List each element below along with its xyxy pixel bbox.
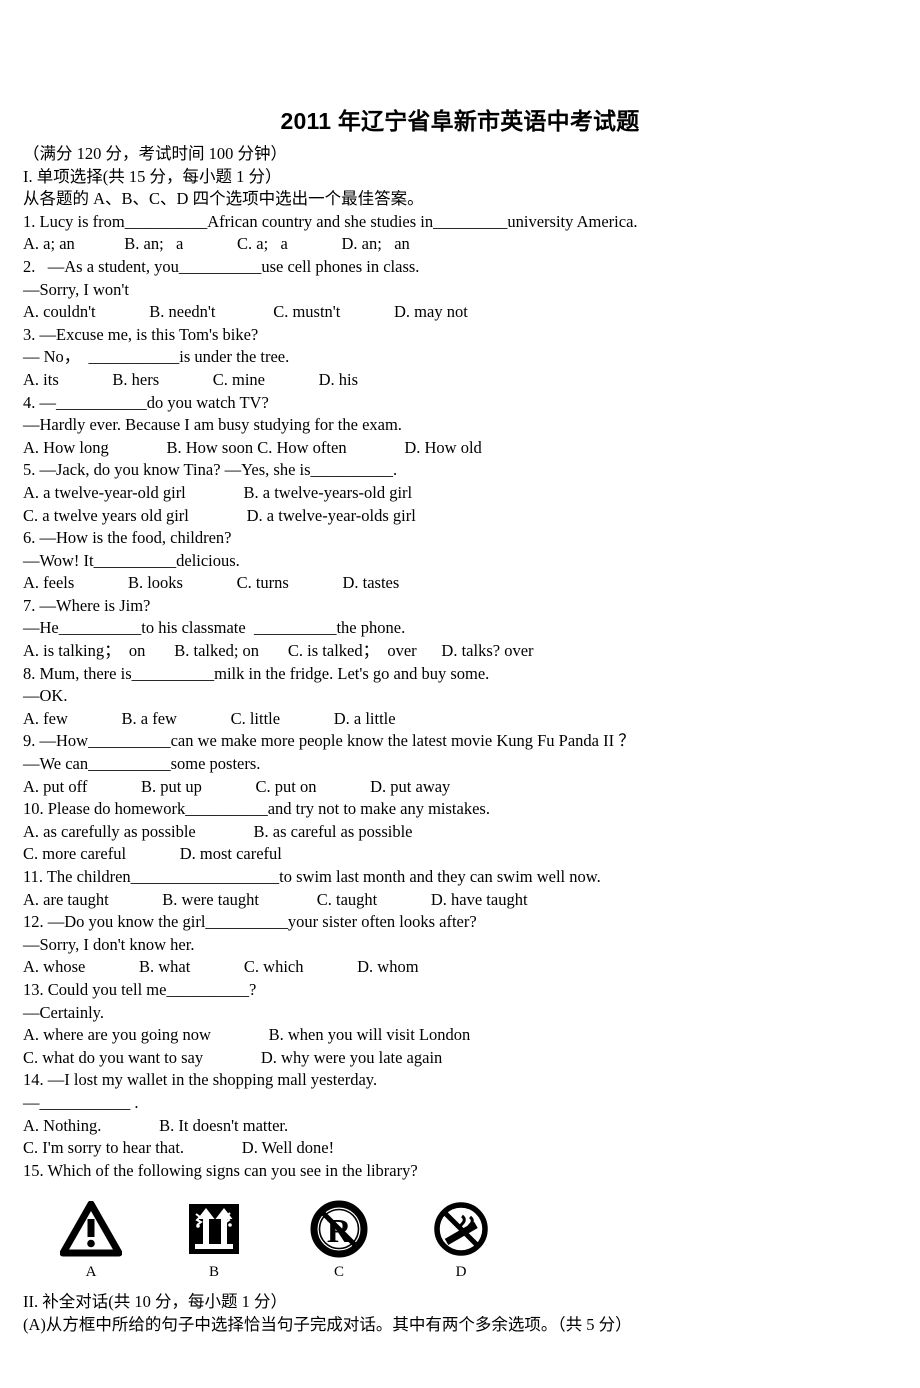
option-line: A. couldn't B. needn't C. mustn't D. may… bbox=[23, 302, 468, 322]
question-line: 14. —I lost my wallet in the shopping ma… bbox=[23, 1070, 378, 1090]
option-line: A. whose B. what C. which D. whom bbox=[23, 957, 419, 977]
no-parking-circle-r-icon: R bbox=[291, 1196, 387, 1262]
question-line: 6. —How is the food, children? bbox=[23, 528, 232, 548]
page-title: 2011 年辽宁省阜新市英语中考试题 bbox=[280, 108, 640, 134]
sign-option-a: A bbox=[43, 1196, 139, 1281]
option-line: A. are taught B. were taught C. taught D… bbox=[23, 889, 528, 909]
option-line: A. where are you going now B. when you w… bbox=[23, 1025, 471, 1045]
option-line: A. Nothing. B. It doesn't matter. bbox=[23, 1115, 289, 1135]
question-line: 9. —How__________can we make more people… bbox=[23, 731, 635, 751]
option-line: C. more careful D. most careful bbox=[23, 844, 282, 864]
dialogue-line: — No， ___________is under the tree. bbox=[23, 347, 290, 367]
sign-caption: A bbox=[85, 1264, 97, 1280]
section-i-heading: I. 单项选择(共 15 分，每小题 1 分） bbox=[23, 166, 282, 186]
keep-dry-arrows-icon bbox=[166, 1196, 262, 1262]
section-ii: II. 补全对话(共 10 分，每小题 1 分） (A)从方框中所给的句子中选择… bbox=[23, 1291, 903, 1336]
question-line: 2. —As a student, you__________use cell … bbox=[23, 256, 420, 276]
option-line: A. a; an B. an; a C. a; a D. an; an bbox=[23, 234, 410, 254]
question-line: 1. Lucy is from__________African country… bbox=[23, 211, 638, 231]
sign-caption: B bbox=[208, 1264, 219, 1280]
option-line: A. feels B. looks C. turns D. tastes bbox=[23, 573, 400, 593]
question-line: 5. —Jack, do you know Tina? —Yes, she is… bbox=[23, 460, 398, 480]
option-line: A. is talking； on B. talked; on C. is ta… bbox=[23, 641, 534, 661]
sign-option-d: D bbox=[413, 1196, 509, 1281]
option-line: C. what do you want to say D. why were y… bbox=[23, 1047, 443, 1067]
option-line: C. a twelve years old girl D. a twelve-y… bbox=[23, 505, 416, 525]
question-line: 4. —___________do you watch TV? bbox=[23, 392, 269, 412]
option-line: A. its B. hers C. mine D. his bbox=[23, 369, 359, 389]
sign-option-b: B bbox=[166, 1196, 262, 1281]
exam-paper-page: 2011 年辽宁省阜新市英语中考试题 （满分 120 分，考试时间 100 分钟… bbox=[0, 0, 920, 1388]
dialogue-line: —Hardly ever. Because I am busy studying… bbox=[23, 415, 402, 435]
question-line: 7. —Where is Jim? bbox=[23, 595, 151, 615]
option-line: A. few B. a few C. little D. a little bbox=[23, 708, 396, 728]
option-line: A. as carefully as possible B. as carefu… bbox=[23, 821, 413, 841]
exam-body: （满分 120 分，考试时间 100 分钟） I. 单项选择(共 15 分，每小… bbox=[23, 143, 903, 1182]
warning-triangle-icon bbox=[43, 1196, 139, 1262]
no-smoking-icon bbox=[413, 1196, 509, 1262]
dialogue-line: —He__________to his classmate __________… bbox=[23, 618, 406, 638]
option-line: A. How long B. How soon C. How often D. … bbox=[23, 437, 482, 457]
dialogue-line: —Wow! It__________delicious. bbox=[23, 550, 240, 570]
option-line: A. put off B. put up C. put on D. put aw… bbox=[23, 776, 451, 796]
sign-options-row: A B C D bbox=[23, 1196, 543, 1292]
section-ii-instruction: (A)从方框中所给的句子中选择恰当句子完成对话。其中有两个多余选项。（共 5 分… bbox=[23, 1314, 632, 1334]
dialogue-line: —Sorry, I won't bbox=[23, 279, 129, 299]
dialogue-line: —We can__________some posters. bbox=[23, 754, 261, 774]
sign-caption: C bbox=[333, 1264, 344, 1280]
question-line: 15. Which of the following signs can you… bbox=[23, 1160, 418, 1180]
question-line: 13. Could you tell me__________? bbox=[23, 979, 257, 999]
question-line: 12. —Do you know the girl__________your … bbox=[23, 912, 477, 932]
section-i-instruction: 从各题的 A、B、C、D 四个选项中选出一个最佳答案。 bbox=[23, 189, 424, 209]
question-line: 11. The children__________________to swi… bbox=[23, 867, 601, 886]
header-info: （满分 120 分，考试时间 100 分钟） bbox=[23, 144, 287, 163]
question-line: 3. —Excuse me, is this Tom's bike? bbox=[23, 324, 259, 344]
question-line: 8. Mum, there is__________milk in the fr… bbox=[23, 663, 490, 683]
dialogue-line: —___________ . bbox=[23, 1092, 139, 1112]
sign-caption: D bbox=[455, 1264, 467, 1280]
question-line: 10. Please do homework__________and try … bbox=[23, 799, 490, 819]
dialogue-line: —Certainly. bbox=[23, 1002, 104, 1022]
sign-option-c: R C bbox=[291, 1196, 387, 1281]
option-line: C. I'm sorry to hear that. D. Well done! bbox=[23, 1138, 335, 1158]
option-line: A. a twelve-year-old girl B. a twelve-ye… bbox=[23, 482, 413, 502]
dialogue-line: —Sorry, I don't know her. bbox=[23, 934, 195, 954]
section-ii-heading: II. 补全对话(共 10 分，每小题 1 分） bbox=[23, 1292, 287, 1311]
dialogue-line: —OK. bbox=[23, 686, 68, 706]
